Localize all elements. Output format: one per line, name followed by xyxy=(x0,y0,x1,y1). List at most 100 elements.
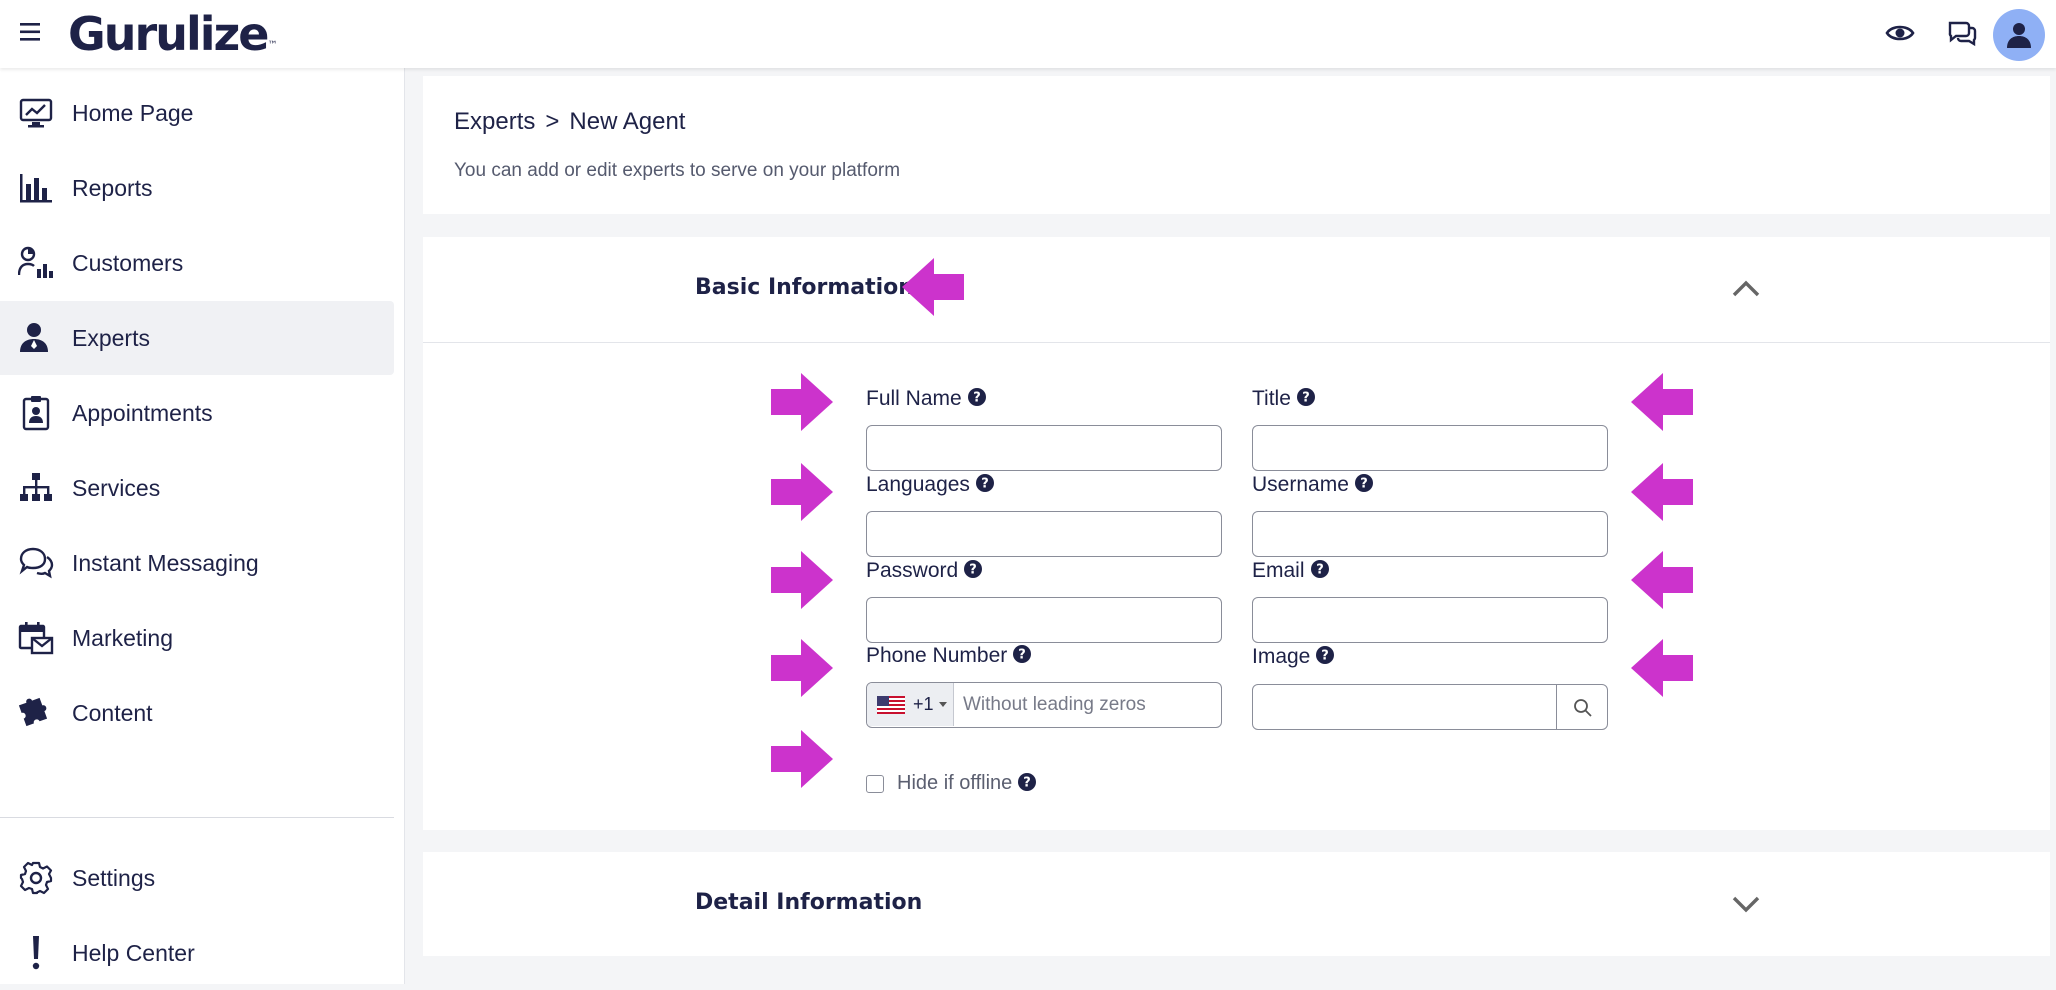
languages-input[interactable] xyxy=(866,511,1222,557)
sidebar-item-home-page[interactable]: Home Page xyxy=(0,76,394,150)
chat-icon[interactable] xyxy=(1946,17,1978,49)
sidebar-item-label: Settings xyxy=(72,865,156,891)
image-label: Image? xyxy=(1252,645,1335,669)
page-subtitle: You can add or edit experts to serve on … xyxy=(454,160,901,181)
title-input[interactable] xyxy=(1252,425,1608,471)
sidebar-item-marketing[interactable]: Marketing xyxy=(0,601,394,675)
sidebar-item-label: Instant Messaging xyxy=(72,550,259,576)
password-label-text: Password xyxy=(866,559,959,582)
sidebar-item-instant-messaging[interactable]: Instant Messaging xyxy=(0,526,394,600)
user-icon xyxy=(2007,23,2031,48)
user-avatar[interactable] xyxy=(1993,9,2045,61)
sidebar-item-experts[interactable]: Experts xyxy=(0,301,394,375)
sidebar-item-label: Experts xyxy=(72,325,150,351)
breadcrumb-current: New Agent xyxy=(569,108,686,135)
annotation-arrow-right-icon xyxy=(771,551,833,609)
basic-information-card: Basic Information Full Name? Title? Lang… xyxy=(423,237,2050,830)
annotation-arrow-right-icon xyxy=(771,730,833,788)
sidebar-item-label: Customers xyxy=(72,250,184,276)
help-circle-icon[interactable]: ? xyxy=(975,474,994,493)
svg-text:?: ? xyxy=(969,563,977,578)
image-search-button[interactable] xyxy=(1556,684,1608,730)
expert-user-icon xyxy=(18,320,54,356)
breadcrumb-parent[interactable]: Experts xyxy=(454,108,535,135)
sidebar-item-label: Home Page xyxy=(72,100,194,126)
username-label: Username? xyxy=(1252,473,1373,497)
help-circle-icon[interactable]: ? xyxy=(1013,645,1032,664)
logo-trademark: ™ xyxy=(267,40,278,51)
help-circle-icon[interactable]: ? xyxy=(1018,772,1037,791)
sidebar-item-customers[interactable]: Customers xyxy=(0,226,394,300)
help-circle-icon[interactable]: ? xyxy=(1296,388,1315,407)
monitor-chart-icon xyxy=(18,95,54,131)
sidebar-item-label: Content xyxy=(72,700,153,726)
password-label: Password? xyxy=(866,559,983,583)
help-circle-icon[interactable]: ? xyxy=(967,388,986,407)
sidebar-item-label: Help Center xyxy=(72,940,195,966)
gurulize-logo[interactable]: Gurulize™ xyxy=(68,6,277,62)
sidebar-item-content[interactable]: Content xyxy=(0,676,394,750)
sidebar-item-reports[interactable]: Reports xyxy=(0,151,394,225)
sidebar-item-settings[interactable]: Settings xyxy=(0,841,394,915)
search-icon xyxy=(1574,699,1592,717)
bar-chart-icon xyxy=(18,170,54,206)
help-circle-icon[interactable]: ? xyxy=(1310,560,1329,579)
sidebar-divider xyxy=(0,817,394,818)
annotation-arrow-left-icon xyxy=(902,258,964,316)
sidebar-item-label: Reports xyxy=(72,175,153,201)
chevron-up-icon[interactable] xyxy=(1730,279,1762,299)
image-input[interactable] xyxy=(1252,684,1558,730)
page-header-card: Experts > New Agent You can add or edit ex… xyxy=(423,76,2050,214)
full-name-input[interactable] xyxy=(866,425,1222,471)
sidebar-item-help-center[interactable]: Help Center xyxy=(0,916,394,990)
sidebar: Home Page Reports Customers Experts Appo… xyxy=(0,68,405,984)
full-name-label: Full Name? xyxy=(866,387,986,411)
languages-label: Languages? xyxy=(866,473,994,497)
title-label: Title? xyxy=(1252,387,1315,411)
sidebar-item-label: Services xyxy=(72,475,161,501)
hide-if-offline-label-text: Hide if offline xyxy=(897,772,1013,794)
chevron-down-icon[interactable] xyxy=(1730,894,1762,914)
dial-code: +1 xyxy=(913,694,934,714)
basic-information-title[interactable]: Basic Information xyxy=(695,275,914,300)
username-label-text: Username xyxy=(1252,473,1349,496)
breadcrumb-separator: > xyxy=(545,108,560,135)
eye-icon[interactable] xyxy=(1884,17,1916,49)
email-input[interactable] xyxy=(1252,597,1608,643)
annotation-arrow-right-icon xyxy=(771,463,833,521)
customers-chart-icon xyxy=(18,245,54,281)
hide-if-offline-checkbox[interactable] xyxy=(866,775,884,793)
top-bar: Gurulize™ xyxy=(0,0,2056,68)
username-input[interactable] xyxy=(1252,511,1608,557)
full-name-label-text: Full Name xyxy=(866,387,962,410)
sitemap-icon xyxy=(18,470,54,506)
hamburger-menu-icon[interactable] xyxy=(18,20,44,44)
annotation-arrow-right-icon xyxy=(771,639,833,697)
help-circle-icon[interactable]: ? xyxy=(1316,646,1335,665)
help-circle-icon[interactable]: ? xyxy=(1354,474,1373,493)
phone-number-field: +1 xyxy=(866,682,1222,728)
svg-text:?: ? xyxy=(1018,648,1026,663)
languages-label-text: Languages xyxy=(866,473,970,496)
hide-if-offline-label: Hide if offline? xyxy=(897,772,1037,795)
gear-icon xyxy=(18,860,54,896)
email-label-text: Email xyxy=(1252,559,1305,582)
help-circle-icon[interactable]: ? xyxy=(964,560,983,579)
sidebar-item-label: Appointments xyxy=(72,400,213,426)
detail-information-card: Detail Information xyxy=(423,852,2050,956)
detail-information-title[interactable]: Detail Information xyxy=(695,890,922,915)
sidebar-item-services[interactable]: Services xyxy=(0,451,394,525)
speech-bubbles-icon xyxy=(18,545,54,581)
svg-text:?: ? xyxy=(1322,649,1330,664)
title-label-text: Title xyxy=(1252,387,1291,410)
phone-number-input[interactable] xyxy=(955,683,1221,726)
phone-number-label-text: Phone Number xyxy=(866,644,1008,667)
email-label: Email? xyxy=(1252,559,1329,583)
svg-text:?: ? xyxy=(1023,775,1031,790)
phone-number-label: Phone Number? xyxy=(866,644,1032,668)
sidebar-item-label: Marketing xyxy=(72,625,173,651)
sidebar-item-appointments[interactable]: Appointments xyxy=(0,376,394,450)
password-input[interactable] xyxy=(866,597,1222,643)
country-code-select[interactable]: +1 xyxy=(867,683,954,726)
svg-text:?: ? xyxy=(1302,391,1310,406)
